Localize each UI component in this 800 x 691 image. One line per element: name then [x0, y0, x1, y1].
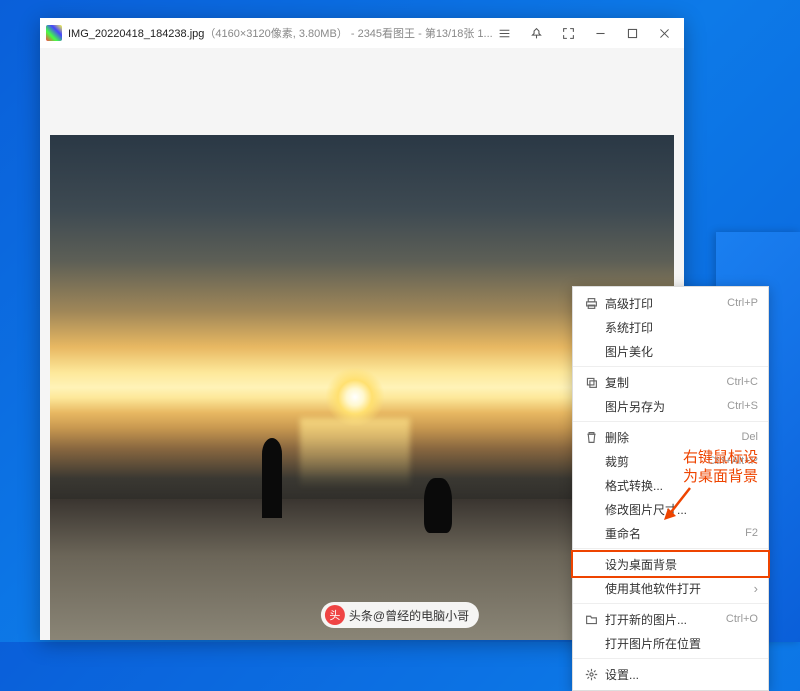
menu-item-0[interactable]: 高级打印Ctrl+P [573, 291, 768, 315]
menu-separator [573, 421, 768, 422]
author-icon: 头 [325, 605, 345, 625]
menu-item-label: 使用其他软件打开 [601, 580, 754, 597]
printer-icon [581, 297, 601, 310]
menu-item-1[interactable]: 系统打印 [573, 315, 768, 339]
menu-item-13[interactable]: 设为桌面背景 [573, 552, 768, 576]
menu-item-label: 复制 [601, 374, 727, 391]
menu-item-16[interactable]: 打开新的图片...Ctrl+O [573, 607, 768, 631]
menu-item-label: 系统打印 [601, 319, 758, 336]
menu-separator [573, 603, 768, 604]
menu-item-shortcut: Ctrl+S [727, 400, 758, 412]
image-figure [262, 438, 282, 518]
menu-separator [573, 548, 768, 549]
author-text: 头条@曾经的电脑小哥 [349, 607, 469, 624]
menu-item-14[interactable]: 使用其他软件打开 [573, 576, 768, 600]
menu-separator [573, 658, 768, 659]
close-button[interactable] [656, 25, 672, 41]
menu-item-7[interactable]: 删除Del [573, 425, 768, 449]
annotation-arrow [660, 486, 700, 526]
title-meta: （4160×3120像素, 3.80MB） [204, 28, 347, 40]
menu-item-label: 打开图片所在位置 [601, 635, 758, 652]
minimize-button[interactable] [592, 25, 608, 41]
menu-item-label: 打开新的图片... [601, 611, 726, 628]
menu-item-19[interactable]: 设置... [573, 662, 768, 686]
menu-item-label: 图片另存为 [601, 398, 727, 415]
author-watermark: 头 头条@曾经的电脑小哥 [321, 602, 479, 628]
gear-icon [581, 668, 601, 681]
maximize-button[interactable] [624, 25, 640, 41]
menu-icon[interactable] [496, 25, 512, 41]
image-reflection [300, 418, 410, 488]
title-filename: IMG_20220418_184238.jpg [68, 28, 204, 40]
menu-item-shortcut [754, 581, 758, 596]
menu-item-shortcut: Ctrl+O [726, 613, 758, 625]
menu-item-4[interactable]: 复制Ctrl+C [573, 370, 768, 394]
menu-item-5[interactable]: 图片另存为Ctrl+S [573, 394, 768, 418]
title-appinfo: - 2345看图王 - 第13/18张 1... [348, 28, 493, 40]
image-figure [424, 478, 452, 533]
menu-item-label: 图片美化 [601, 343, 758, 360]
menu-item-label: 设置... [601, 666, 758, 683]
menu-item-shortcut: F2 [745, 527, 758, 539]
pin-icon[interactable] [528, 25, 544, 41]
folder-icon [581, 613, 601, 626]
menu-item-label: 删除 [601, 429, 741, 446]
menu-item-shortcut: Ctrl+P [727, 297, 758, 309]
titlebar: IMG_20220418_184238.jpg（4160×3120像素, 3.8… [40, 18, 684, 48]
window-title: IMG_20220418_184238.jpg（4160×3120像素, 3.8… [68, 25, 496, 41]
menu-item-label: 重命名 [601, 525, 745, 542]
menu-item-shortcut: Del [741, 431, 758, 443]
trash-icon [581, 431, 601, 444]
highlight-box [571, 550, 770, 578]
menu-separator [573, 366, 768, 367]
menu-item-2[interactable]: 图片美化 [573, 339, 768, 363]
annotation-text: 右键鼠标设为桌面背景 [683, 449, 758, 487]
fullscreen-icon[interactable] [560, 25, 576, 41]
menu-item-17[interactable]: 打开图片所在位置 [573, 631, 768, 655]
menu-item-label: 高级打印 [601, 295, 727, 312]
menu-item-shortcut: Ctrl+C [727, 376, 758, 388]
copy-icon [581, 376, 601, 389]
app-icon [46, 25, 62, 41]
